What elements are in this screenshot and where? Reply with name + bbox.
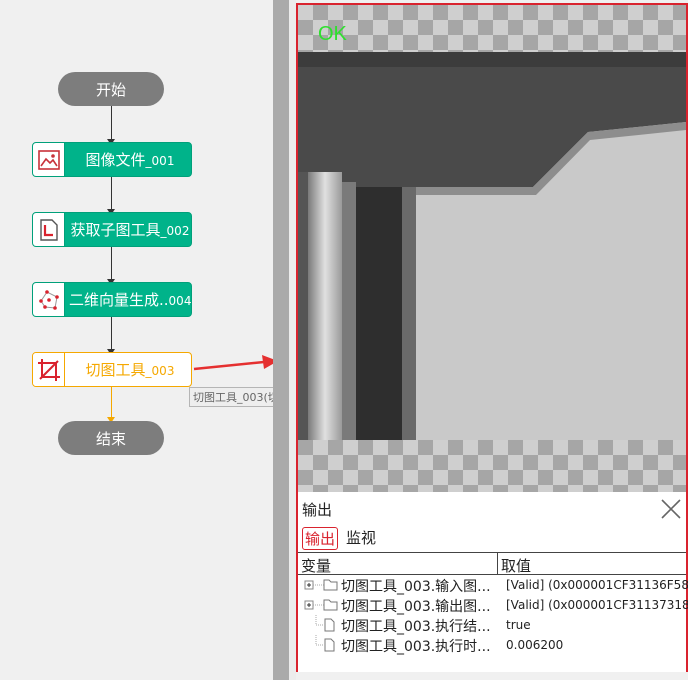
connector bbox=[111, 106, 112, 142]
image-viewer[interactable]: OK bbox=[298, 5, 686, 492]
connector bbox=[111, 317, 112, 352]
expand-icon[interactable] bbox=[304, 595, 340, 615]
crop-icon bbox=[33, 353, 65, 386]
row-value: [Valid] (0x000001CF31136F58) bbox=[506, 578, 688, 592]
annotation-arrow bbox=[193, 355, 278, 371]
output-table: 变量 取值 切图工具_003.输入图... [Valid] (0x000001C… bbox=[298, 552, 688, 672]
row-name: 切图工具_003.输出图... bbox=[341, 599, 491, 615]
connector bbox=[111, 387, 112, 420]
output-tabs: 输出 监视 bbox=[298, 523, 686, 551]
cropped-image bbox=[298, 52, 686, 440]
panel-gap bbox=[289, 0, 296, 680]
flow-node-crop-tool[interactable]: 切图工具_003 bbox=[32, 352, 192, 387]
node-label: 二维向量生成..004 bbox=[69, 291, 191, 309]
row-name: 切图工具_003.执行结... bbox=[341, 619, 491, 635]
row-name: 切图工具_003.执行时... bbox=[341, 639, 491, 655]
node-label: 切图工具_003 bbox=[85, 361, 175, 379]
row-name: 切图工具_003.输入图... bbox=[341, 579, 491, 595]
close-icon[interactable] bbox=[660, 498, 682, 520]
tab-monitor[interactable]: 监视 bbox=[344, 527, 378, 548]
status-ok-label: OK bbox=[318, 23, 347, 45]
start-node[interactable]: 开始 bbox=[58, 72, 164, 106]
flow-node-2d-vector[interactable]: 二维向量生成..004 bbox=[32, 282, 192, 317]
row-value: 0.006200 bbox=[506, 638, 564, 652]
output-header: 输出 bbox=[298, 495, 686, 523]
flow-node-get-subimage[interactable]: 获取子图工具_002 bbox=[32, 212, 192, 247]
expand-icon[interactable] bbox=[304, 575, 340, 595]
output-title: 输出 bbox=[302, 501, 333, 519]
flow-node-image-file[interactable]: 图像文件_001 bbox=[32, 142, 192, 177]
column-header-variable[interactable]: 变量 bbox=[301, 555, 331, 576]
table-header: 变量 取值 bbox=[298, 553, 686, 575]
app-root: 开始 图像文件_001 获取子图工具_002 二维向量生成..004 切图工具_… bbox=[0, 0, 688, 680]
end-node[interactable]: 结束 bbox=[58, 421, 164, 455]
file-icon bbox=[315, 615, 335, 632]
node-label: 图像文件_001 bbox=[85, 151, 175, 169]
connector bbox=[111, 177, 112, 212]
table-row[interactable]: 切图工具_003.输入图... [Valid] (0x000001CF31136… bbox=[298, 575, 688, 595]
column-divider[interactable] bbox=[497, 553, 498, 575]
vector-icon bbox=[33, 283, 65, 316]
connector bbox=[111, 247, 112, 282]
table-row[interactable]: 切图工具_003.执行结... true bbox=[298, 615, 686, 635]
image-icon bbox=[33, 143, 65, 176]
row-value: true bbox=[506, 618, 531, 632]
result-panel: OK 输出 输出 监视 变量 取值 切图工具_003.输入图... [Valid… bbox=[296, 3, 688, 672]
tab-output[interactable]: 输出 bbox=[302, 527, 339, 550]
subimage-icon bbox=[33, 213, 65, 246]
row-value: [Valid] (0x000001CF31137318) bbox=[506, 598, 688, 612]
panel-splitter[interactable] bbox=[273, 0, 289, 680]
file-icon bbox=[315, 635, 335, 652]
flow-canvas[interactable]: 开始 图像文件_001 获取子图工具_002 二维向量生成..004 切图工具_… bbox=[0, 0, 321, 680]
table-row[interactable]: 切图工具_003.输出图... [Valid] (0x000001CF31137… bbox=[298, 595, 688, 615]
node-label: 获取子图工具_002 bbox=[70, 221, 190, 239]
column-header-value[interactable]: 取值 bbox=[501, 555, 531, 576]
table-row[interactable]: 切图工具_003.执行时... 0.006200 bbox=[298, 635, 686, 655]
